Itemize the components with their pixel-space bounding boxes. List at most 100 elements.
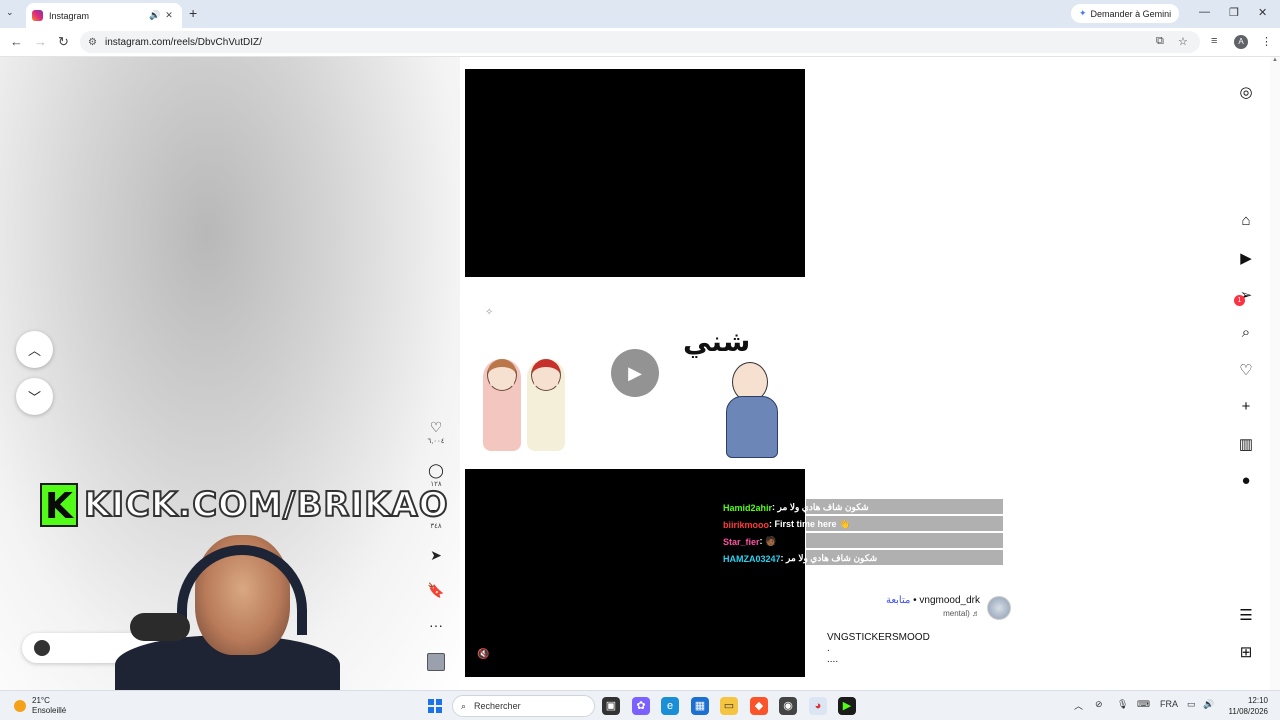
search-placeholder: Rechercher	[474, 701, 521, 711]
sun-icon	[14, 700, 26, 712]
audio-label[interactable]: mental) ♬	[820, 609, 980, 618]
author-line: متابعة • vngmood_drk	[820, 595, 980, 606]
tab-instagram[interactable]: Instagram 🔊 ✕	[26, 3, 182, 28]
scroll-up-icon[interactable]: ▲	[1270, 57, 1280, 63]
microphone-icon[interactable]: 🎙	[1117, 699, 1128, 710]
gemini-label: Demander à Gemini	[1090, 8, 1172, 19]
reel-sticker-art: ✧ ▶ شني	[465, 277, 805, 469]
keyboard-icon[interactable]: ⌨	[1137, 699, 1150, 710]
author-username[interactable]: vngmood_drk	[919, 595, 980, 606]
reel-caption: VNGSTICKERSMOOD . ....	[827, 632, 930, 665]
chrome-icon[interactable]: ◕	[809, 697, 827, 715]
like-button[interactable]: ♡ ٦,٠٠٤	[425, 419, 447, 445]
kick-logo: K	[40, 483, 78, 527]
new-tab-button[interactable]: +	[189, 5, 197, 21]
bookmark-star-icon[interactable]: ☆	[1178, 35, 1188, 48]
more-menu-icon[interactable]: ☰	[1232, 606, 1260, 624]
chat-user: Hamid2ahir	[723, 502, 773, 513]
task-view-icon[interactable]: ▣	[602, 697, 620, 715]
language-indicator[interactable]: FRA	[1160, 699, 1178, 709]
bookmark-icon: 🔖	[427, 582, 445, 598]
copilot-icon[interactable]: ✿	[632, 697, 650, 715]
back-icon[interactable]: ←	[10, 34, 23, 49]
create-plus-icon[interactable]: +	[1232, 398, 1260, 415]
streamer-webcam	[115, 525, 340, 690]
dashboard-icon[interactable]: ▥	[1232, 435, 1260, 453]
gemini-button[interactable]: ✦ Demander à Gemini	[1071, 4, 1180, 23]
profile-avatar-icon[interactable]: ●	[1232, 472, 1260, 489]
message-badge: 1	[1234, 295, 1245, 306]
audio-cover	[427, 653, 445, 671]
author-avatar[interactable]	[987, 596, 1011, 620]
close-tab-icon[interactable]: ✕	[162, 10, 176, 21]
instagram-page: ︿ ﹀ ✧ ▶ شني 🔇 ♡ ٦,٠٠٤ ◯ ١٢٨ ⇄ ٣٤٨ ➤ 🔖 ··· H…	[0, 57, 1280, 690]
restore-icon[interactable]: ❐	[1229, 6, 1239, 19]
tab-search-icon[interactable]: ⌄	[6, 7, 14, 18]
site-info-icon[interactable]: ⚙	[88, 37, 97, 48]
display-icon[interactable]: ▭	[1187, 699, 1196, 710]
chat-text: : 🧑🏾	[759, 536, 777, 546]
audio-thumbnail[interactable]	[425, 653, 447, 671]
chat-text: : شكون شاف هادي ولا مر	[780, 553, 878, 563]
start-button[interactable]	[428, 699, 442, 713]
kick-app-icon[interactable]: ▶	[838, 697, 856, 715]
play-icon: ▶	[628, 362, 642, 383]
headphones	[177, 545, 307, 635]
girl-sticker-left	[483, 359, 521, 451]
play-button[interactable]: ▶	[611, 349, 659, 397]
network-off-icon[interactable]: ⊘	[1095, 699, 1103, 710]
heart-icon: ♡	[429, 419, 443, 435]
send-icon: ➤	[430, 547, 442, 563]
reload-icon[interactable]: ↻	[58, 34, 69, 50]
reels-icon[interactable]: ▶	[1232, 249, 1260, 267]
store-icon[interactable]: ▦	[691, 697, 709, 715]
chat-user: biirikmooo	[723, 519, 770, 530]
search-icon[interactable]: ⌕	[1232, 324, 1260, 341]
taskbar-search[interactable]: ⌕ Rechercher	[452, 695, 595, 717]
follow-button[interactable]: متابعة	[886, 595, 910, 606]
edge-icon[interactable]: e	[661, 697, 679, 715]
like-count: ٦,٠٠٤	[427, 438, 445, 445]
obs-icon[interactable]: ◉	[779, 697, 797, 715]
avatar	[34, 640, 50, 656]
more-icon: ···	[429, 617, 443, 633]
forward-icon[interactable]: →	[34, 34, 47, 49]
tray-chevron-icon[interactable]: ︿	[1074, 699, 1083, 712]
toolbar: ← → ↻ ⚙ instagram.com/reels/DbvChVutDIZ/…	[0, 28, 1280, 57]
more-options-button[interactable]: ···	[425, 617, 447, 633]
volume-icon[interactable]: 🔊	[1203, 699, 1214, 710]
instagram-logo-icon[interactable]: ◎	[1232, 83, 1260, 101]
share-button[interactable]: ➤	[425, 547, 447, 564]
file-explorer-icon[interactable]: ▭	[720, 697, 738, 715]
system-clock[interactable]: 12:10 11/08/2026	[1222, 695, 1268, 717]
chat-message: HAMZA03247 : شكون شاف هادي ولا مر	[723, 550, 1003, 567]
arabic-sticker-text: شني	[683, 325, 751, 358]
also-from-meta-icon[interactable]: ⊞	[1232, 643, 1260, 661]
mute-icon[interactable]: 🔇	[477, 649, 489, 660]
brave-icon[interactable]: ◆	[750, 697, 768, 715]
windows-taskbar: 21°C Ensoleillé ⌕ Rechercher ▣ ✿ e ▦ ▭ ◆ …	[0, 690, 1280, 720]
extensions-icon[interactable]: ≡	[1211, 35, 1217, 47]
page-scrollbar[interactable]: ▲	[1270, 57, 1280, 690]
chat-user: Star_fier	[723, 536, 760, 547]
save-button[interactable]: 🔖	[425, 582, 447, 599]
browser-menu-icon[interactable]: ⋮	[1261, 35, 1272, 48]
sparkle-icon: ✧	[485, 307, 494, 318]
close-window-icon[interactable]: ✕	[1258, 6, 1267, 19]
gemini-spark-icon: ✦	[1079, 8, 1087, 18]
speaker-icon[interactable]: 🔊	[148, 10, 162, 21]
next-reel-button[interactable]: ﹀	[16, 378, 53, 415]
notifications-heart-icon[interactable]: ♡	[1232, 361, 1260, 379]
address-bar[interactable]: ⚙ instagram.com/reels/DbvChVutDIZ/	[80, 31, 1200, 53]
weather-widget[interactable]: 21°C Ensoleillé	[14, 696, 66, 716]
stream-chat-overlay: Hamid2ahir : شكون شاف هادي ولا مر biirik…	[723, 499, 1003, 567]
home-icon[interactable]: ⌂	[1232, 212, 1260, 229]
chat-text: : شكون شاف هادي ولا مر	[772, 502, 869, 512]
audio-title: mental)	[943, 609, 970, 618]
minimize-icon[interactable]: —	[1199, 6, 1210, 18]
kick-url-text: KICK.COM/BRIKAO	[83, 484, 449, 526]
profile-avatar[interactable]: A	[1234, 35, 1248, 49]
previous-reel-button[interactable]: ︿	[16, 331, 53, 368]
install-app-icon[interactable]: ⧉	[1156, 35, 1164, 48]
reel-video[interactable]: ✧ ▶ شني 🔇	[465, 69, 805, 677]
